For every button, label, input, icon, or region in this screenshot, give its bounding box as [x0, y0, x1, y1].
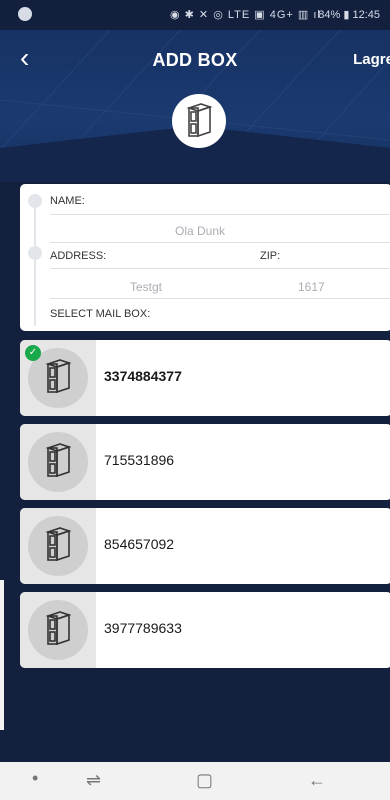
selected-check-icon: ✓: [25, 345, 41, 361]
mailbox-icon: [186, 103, 213, 138]
mailbox-number: 715531896: [104, 452, 175, 468]
mailbox-thumb: [20, 592, 96, 668]
recent-apps-icon[interactable]: ⇌: [86, 770, 101, 791]
timeline-dot: [28, 246, 42, 260]
mailbox-icon: [45, 611, 72, 646]
divider: [50, 268, 390, 269]
home-icon[interactable]: ▢: [196, 770, 213, 791]
page-title: ADD BOX: [152, 50, 238, 70]
divider: [50, 214, 390, 215]
status-bar: ◉ ✱ ✕ ◎ LTE ▣ 4G+ ▥ ıl 84% ▮ 12:45: [0, 0, 390, 30]
address-field[interactable]: Testgt: [130, 280, 162, 294]
header: ‹ ADD BOX Lagre: [0, 30, 390, 182]
mailbox-card[interactable]: 3977789633: [20, 592, 390, 668]
mailbox-thumb: [20, 424, 96, 500]
screen-edge: [0, 580, 4, 730]
address-label: ADDRESS:: [50, 250, 107, 262]
status-icons: ◉ ✱ ✕ ◎ LTE ▣ 4G+ ▥ ıl: [170, 9, 321, 21]
name-underline: [50, 242, 390, 243]
address-underline: [50, 298, 390, 299]
thumb-circle: [28, 432, 88, 492]
notification-icon: [18, 7, 32, 21]
battery-icon: ▮: [343, 9, 350, 21]
mailbox-number: 854657092: [104, 536, 175, 552]
back-nav-icon[interactable]: ←: [308, 770, 326, 791]
mailbox-card[interactable]: 854657092: [20, 508, 390, 584]
zip-label: ZIP:: [260, 250, 281, 262]
mailbox-thumb: [20, 508, 96, 584]
mailbox-number: 3977789633: [104, 620, 182, 636]
save-button[interactable]: Lagre: [353, 51, 390, 68]
mailbox-thumb: ✓: [20, 340, 96, 416]
battery-text: 84%: [318, 9, 341, 21]
nav-dot: •: [32, 768, 39, 788]
mailbox-icon: [45, 443, 72, 478]
address-form: NAME: Ola Dunk ADDRESS: ZIP: Testgt 1617…: [20, 184, 390, 331]
thumb-circle: [28, 516, 88, 576]
form-timeline: [34, 194, 36, 326]
status-battery-time: 84% ▮ 12:45: [318, 8, 380, 21]
zip-field[interactable]: 1617: [298, 280, 325, 294]
mailbox-number: 3374884377: [104, 368, 182, 384]
timeline-dot: [28, 194, 42, 208]
select-mailbox-label: SELECT MAIL BOX:: [50, 308, 151, 320]
name-label: NAME:: [50, 195, 85, 207]
mailbox-icon: [45, 527, 72, 562]
thumb-circle: [28, 600, 88, 660]
system-nav-bar: • ⇌ ▢ ←: [0, 762, 390, 800]
mailbox-card[interactable]: ✓ 3374884377: [20, 340, 390, 416]
mailbox-logo: [172, 94, 226, 148]
mailbox-card[interactable]: 715531896: [20, 424, 390, 500]
clock: 12:45: [352, 9, 380, 21]
name-field[interactable]: Ola Dunk: [175, 224, 225, 238]
